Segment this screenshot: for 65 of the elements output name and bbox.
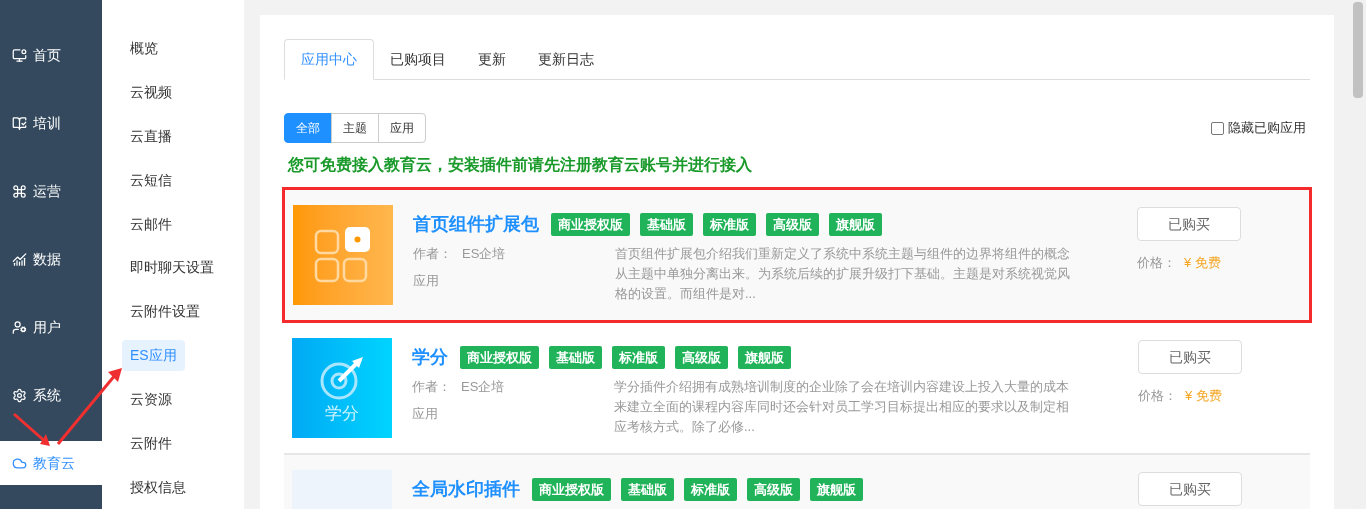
filter-button[interactable]: 主题 xyxy=(331,113,379,143)
submenu-item[interactable]: 云资源 xyxy=(122,383,180,415)
chart-icon xyxy=(12,251,27,267)
book-icon xyxy=(12,115,27,131)
edition-tag: 基础版 xyxy=(640,212,693,237)
purchased-button[interactable]: 已购买 xyxy=(1138,472,1242,506)
price-value: ¥ 免费 xyxy=(1184,254,1221,272)
edition-tag: 旗舰版 xyxy=(738,345,791,370)
app-type: 应用 xyxy=(412,404,439,423)
thumbnail-label: 学分 xyxy=(325,404,359,422)
user-icon xyxy=(12,319,27,335)
author-label: 作者： xyxy=(413,245,452,263)
checkbox[interactable] xyxy=(1211,121,1224,135)
app-type: 应用 xyxy=(413,271,440,290)
tab[interactable]: 更新 xyxy=(462,39,522,80)
price-label: 价格： xyxy=(1138,387,1177,405)
grid-icon xyxy=(314,227,372,283)
submenu-item[interactable]: 云邮件 xyxy=(122,208,180,240)
edition-tag: 基础版 xyxy=(549,345,602,370)
monitor-icon xyxy=(12,47,27,63)
filter-button[interactable]: 应用 xyxy=(378,113,426,143)
edition-tag: 高级版 xyxy=(747,477,800,502)
author-name: ES企培 xyxy=(462,245,506,263)
price-label: 价格： xyxy=(1137,254,1176,272)
submenu-item[interactable]: 云直播 xyxy=(122,121,180,153)
submenu-item[interactable]: 云视频 xyxy=(122,77,180,109)
submenu-item[interactable]: 云附件 xyxy=(122,427,180,459)
app-description: 学分插件介绍拥有成熟培训制度的企业除了会在培训内容建设上投入大量的成本来建立全面的课程内容库同时还会针对员工学习目标提出相应的要求以及制定相应考核方式。除了必修... xyxy=(614,378,1070,436)
edition-tag: 旗舰版 xyxy=(829,212,882,237)
edition-tag: 标准版 xyxy=(612,345,665,370)
checkbox-label: 隐藏已购应用 xyxy=(1228,119,1306,138)
edition-tag: 高级版 xyxy=(675,345,728,370)
edition-tag: 商业授权版 xyxy=(551,212,630,237)
edition-tag: 标准版 xyxy=(684,477,737,502)
author-label: 作者： xyxy=(412,378,451,396)
tab[interactable]: 更新日志 xyxy=(522,39,610,80)
app-description: 首页组件扩展包介绍我们重新定义了系统中系统主题与组件的边界将组件的概念从主题中单独分离出来。为系统后续的扩展升级打下基础。主题是对系统视觉风格的设置。而组件是对... xyxy=(615,245,1071,303)
author-name: ES企培 xyxy=(461,378,505,396)
edition-tag: 高级版 xyxy=(766,212,819,237)
nav-item[interactable]: 首页 xyxy=(0,33,102,77)
tab[interactable]: 已购项目 xyxy=(374,39,462,80)
command-icon xyxy=(12,183,27,199)
submenu-item[interactable]: 授权信息 xyxy=(122,471,194,503)
settings-icon xyxy=(12,387,27,403)
submenu-item[interactable]: 云附件设置 xyxy=(122,296,208,328)
edition-tag: 标准版 xyxy=(703,212,756,237)
nav-item[interactable]: 运营 xyxy=(0,169,102,213)
edition-tag: 商业授权版 xyxy=(532,477,611,502)
notice-text: 您可免费接入教育云，安装插件前请先注册教育云账号并进行接入 xyxy=(288,155,753,175)
submenu-item[interactable]: 即时聊天设置 xyxy=(122,252,222,284)
nav-item[interactable]: 用户 xyxy=(0,305,102,349)
submenu-item[interactable]: 概览 xyxy=(122,33,166,65)
purchased-button[interactable]: 已购买 xyxy=(1137,207,1241,241)
edition-tag: 商业授权版 xyxy=(460,345,539,370)
edition-tag: 旗舰版 xyxy=(810,477,863,502)
cloud-icon xyxy=(12,455,27,471)
edition-tag: 基础版 xyxy=(621,477,674,502)
price-value: ¥ 免费 xyxy=(1185,387,1222,405)
nav-item[interactable]: 培训 xyxy=(0,101,102,145)
submenu-item[interactable]: 云短信 xyxy=(122,164,180,196)
nav-item[interactable]: 数据 xyxy=(0,237,102,281)
purchased-button[interactable]: 已购买 xyxy=(1138,340,1242,374)
target-icon xyxy=(319,354,365,401)
nav-item[interactable]: 系统 xyxy=(0,373,102,417)
scrollbar-thumb[interactable] xyxy=(1353,2,1363,98)
